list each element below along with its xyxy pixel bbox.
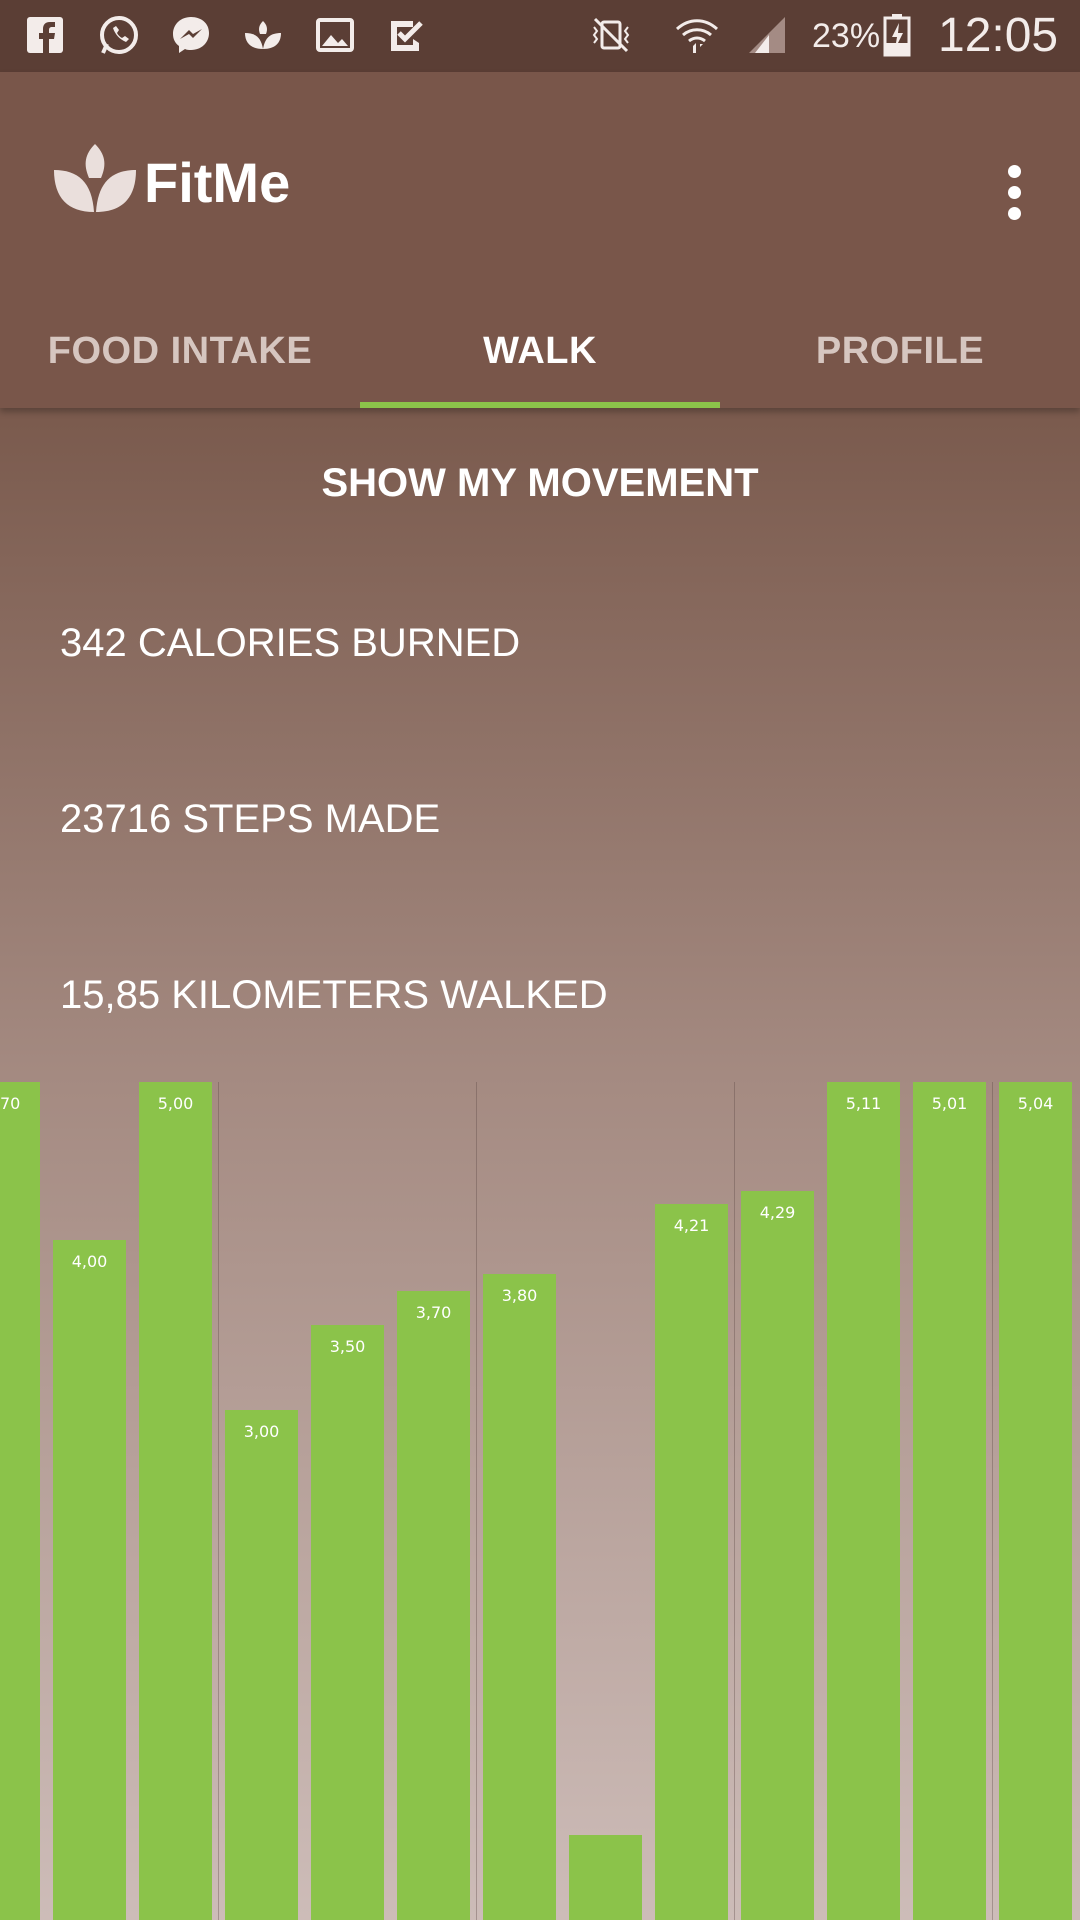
chart-bar-label: 5,11 [845, 1094, 882, 1113]
gallery-icon [312, 12, 358, 58]
tab-bar: FOOD INTAKE WALK PROFILE [0, 300, 1080, 408]
section-title: SHOW MY MOVEMENT [321, 461, 759, 505]
status-bar: 23% 12:05 [0, 0, 1080, 72]
battery-percent: 23% [812, 17, 881, 55]
whatsapp-icon [96, 12, 142, 58]
tab-indicator [360, 402, 720, 408]
chart-bar[interactable] [483, 1274, 556, 1920]
chart-bar[interactable] [913, 1082, 986, 1920]
chart-gridline [734, 1082, 735, 1920]
chart-bar-label: 3,80 [501, 1286, 538, 1305]
chart-bar[interactable] [0, 1082, 40, 1920]
battery-charging-icon [880, 12, 914, 58]
steps-stat: 23716 STEPS MADE [60, 797, 441, 841]
more-vert-icon[interactable] [990, 152, 1038, 232]
app-bar: FitMe FOOD INTAKE WALK PROFILE [0, 72, 1080, 408]
tab-food-intake[interactable]: FOOD INTAKE [0, 300, 360, 408]
vibrate-mute-icon [588, 12, 634, 58]
chart-bar-label: 70 [0, 1094, 21, 1113]
movement-bar-chart[interactable]: 70 4,00 5,00 3,00 3,50 3,70 3,80 4,21 4,29 5,11 5,… [0, 1082, 1080, 1920]
tab-profile[interactable]: PROFILE [720, 300, 1080, 408]
app-title: FitMe [144, 151, 291, 214]
chart-gridline [992, 1082, 993, 1920]
chart-bar-label: 4,29 [759, 1203, 796, 1222]
chart-bar[interactable] [655, 1204, 728, 1920]
chart-bar[interactable] [827, 1082, 900, 1920]
chart-bar[interactable] [999, 1082, 1072, 1920]
fitme-icon [240, 12, 286, 58]
chart-bar-label: 3,70 [415, 1303, 452, 1322]
chart-bar-label: 4,00 [71, 1252, 108, 1271]
chart-bar-label: 3,00 [243, 1422, 280, 1441]
messenger-icon [168, 12, 214, 58]
chart-bar[interactable] [741, 1191, 814, 1920]
chart-bar-label: 5,01 [931, 1094, 968, 1113]
chart-bar[interactable] [569, 1835, 642, 1920]
chart-bar[interactable] [397, 1291, 470, 1920]
tab-walk[interactable]: WALK [360, 300, 720, 408]
chart-bar[interactable] [53, 1240, 126, 1920]
fitme-logo-icon [54, 144, 136, 212]
checkmark-icon [384, 12, 430, 58]
chart-bar[interactable] [139, 1082, 212, 1920]
chart-gridline [218, 1082, 219, 1920]
signal-icon [744, 12, 790, 58]
chart-bar-label: 4,21 [673, 1216, 710, 1235]
calories-stat: 342 CALORIES BURNED [60, 621, 521, 665]
chart-gridline [476, 1082, 477, 1920]
clock: 12:05 [938, 9, 1059, 62]
chart-bar-label: 3,50 [329, 1337, 366, 1356]
distance-stat: 15,85 KILOMETERS WALKED [60, 973, 608, 1017]
chart-bar[interactable] [225, 1410, 298, 1920]
wifi-icon [674, 12, 720, 58]
facebook-icon [22, 12, 68, 58]
chart-bar[interactable] [311, 1325, 384, 1920]
chart-bar-label: 5,00 [157, 1094, 194, 1113]
chart-bar-label: 5,04 [1017, 1094, 1054, 1113]
